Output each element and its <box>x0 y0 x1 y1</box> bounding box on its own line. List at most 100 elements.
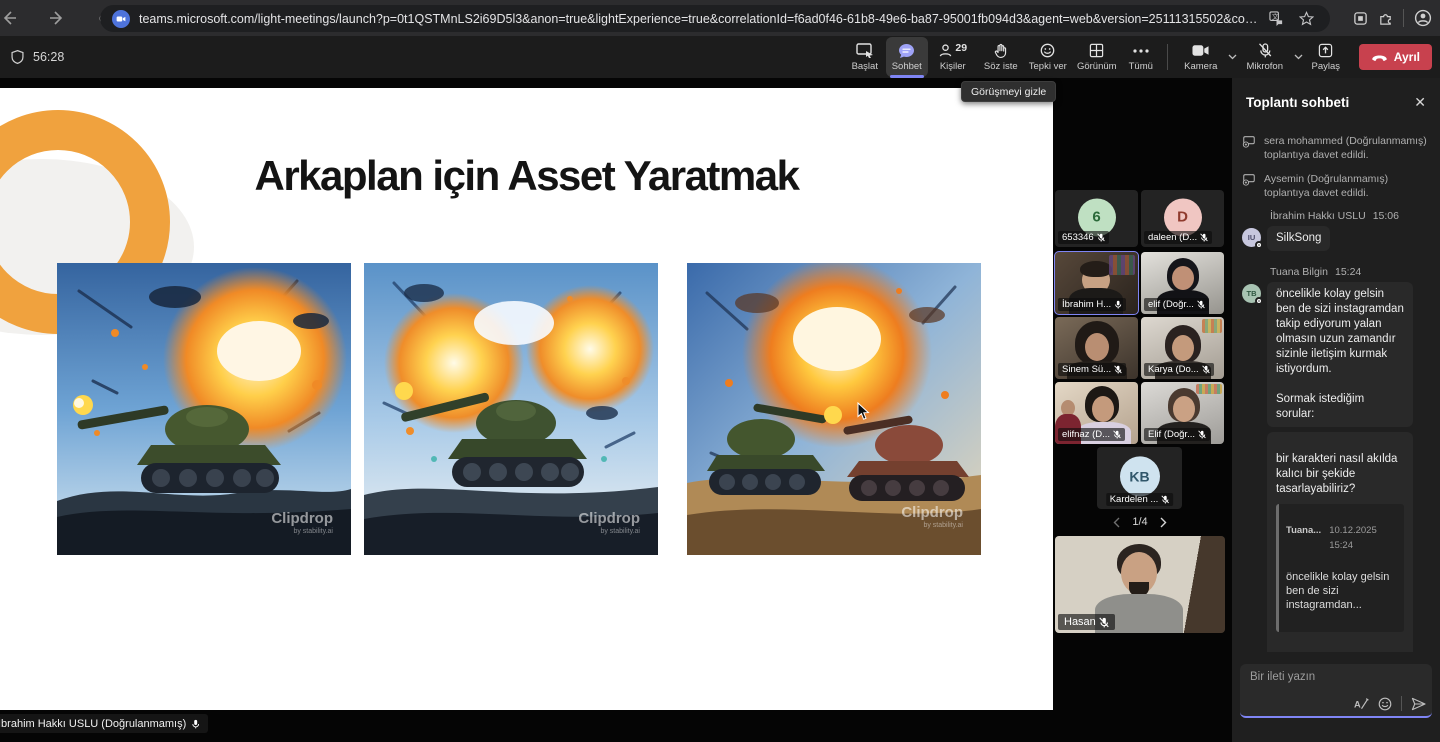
mouse-cursor <box>857 402 870 421</box>
message-input[interactable] <box>1250 671 1420 683</box>
participant-tile[interactable]: İbrahim H... <box>1055 252 1138 314</box>
browser-toolbar: teams.microsoft.com/light-meetings/launc… <box>0 0 1440 36</box>
more-button[interactable]: Tümü <box>1122 37 1160 77</box>
forward-icon[interactable] <box>40 4 74 32</box>
participant-tile[interactable]: D daleen (D... <box>1141 190 1224 247</box>
raise-hand-icon <box>993 42 1008 59</box>
close-icon[interactable]: ✕ <box>1414 94 1426 111</box>
presence-dot <box>1255 241 1263 249</box>
svg-text:Clipdrop: Clipdrop <box>578 510 640 527</box>
camera-chevron-icon[interactable] <box>1228 54 1237 60</box>
slide-image-1: Clipdrop by stability.ai <box>57 263 351 555</box>
address-bar[interactable]: teams.microsoft.com/light-meetings/launc… <box>100 5 1330 32</box>
svg-text:A: A <box>1354 699 1361 709</box>
leave-button[interactable]: Ayrıl <box>1359 44 1432 70</box>
svg-text:by stability.ai: by stability.ai <box>600 528 640 535</box>
participant-tile[interactable]: Sinem Sü... <box>1055 317 1138 379</box>
chat-messages[interactable]: sera mohammed (Doğrulanmamış) toplantıya… <box>1232 122 1440 652</box>
teams-favicon-icon <box>112 10 130 28</box>
chat-button[interactable]: Sohbet <box>886 37 928 77</box>
participant-tile[interactable]: Elif (Doğr... <box>1141 382 1224 444</box>
grid-view-icon <box>1089 42 1104 59</box>
mic-muted-icon <box>1161 495 1169 504</box>
tooltip-hide-meeting: Görüşmeyi gizle <box>961 81 1056 102</box>
invite-icon <box>1242 135 1256 162</box>
spotlight-tile[interactable]: Hasan <box>1055 536 1225 633</box>
mic-on-icon <box>191 718 200 730</box>
slide-image-3: Clipdrop by stability.ai <box>687 263 981 555</box>
react-button[interactable]: Tepki ver <box>1024 37 1072 77</box>
mic-muted-icon <box>1200 233 1208 242</box>
svg-text:Clipdrop: Clipdrop <box>271 510 333 527</box>
share-button[interactable]: Paylaş <box>1303 37 1349 77</box>
svg-text:by stability.ai: by stability.ai <box>293 528 333 535</box>
avatar: IU <box>1242 228 1261 247</box>
mic-muted-icon <box>1114 365 1122 374</box>
meeting-chat-panel: Toplantı sohbeti ✕ sera mohammed (Doğrul… <box>1232 78 1440 742</box>
translate-icon[interactable]: 文 <box>1264 7 1288 31</box>
chat-message-with-quote: bir karakteri nasıl akılda kalıcı bir şe… <box>1267 432 1413 652</box>
chat-title: Toplantı sohbeti <box>1246 95 1414 110</box>
divider <box>1403 9 1404 27</box>
mic-muted-icon <box>1198 430 1206 439</box>
system-event: Aysemin (Doğrulanmamış) toplantıya davet… <box>1242 172 1430 200</box>
emoji-icon[interactable] <box>1378 697 1392 711</box>
profile-icon[interactable] <box>1414 9 1432 27</box>
mic-muted-icon <box>1202 365 1210 374</box>
send-icon[interactable] <box>1411 697 1426 711</box>
bookmark-star-icon[interactable] <box>1294 7 1318 31</box>
meeting-timer: 56:28 <box>10 49 64 65</box>
people-icon: 29 <box>938 42 967 59</box>
raise-hand-button[interactable]: Söz iste <box>978 37 1024 77</box>
svg-text:by stability.ai: by stability.ai <box>923 522 963 529</box>
mic-chevron-icon[interactable] <box>1294 54 1303 60</box>
camera-icon <box>1192 42 1209 59</box>
url-text[interactable]: teams.microsoft.com/light-meetings/launc… <box>139 12 1258 26</box>
slide-title: Arkaplan için Asset Yaratmak <box>0 152 1053 200</box>
extensions-puzzle-icon[interactable] <box>1378 11 1393 26</box>
message-group: IU SilkSong <box>1240 226 1432 256</box>
toolbar-buttons: Başlat Sohbet 29 Kişiler Söz <box>844 36 1432 78</box>
mic-muted-icon <box>1113 430 1121 439</box>
participant-tile[interactable]: elifnaz (D... <box>1055 382 1138 444</box>
mic-muted-icon <box>1258 42 1272 59</box>
shield-icon <box>10 49 25 65</box>
camera-button[interactable]: Kamera <box>1175 37 1227 77</box>
ellipsis-icon <box>1133 42 1149 59</box>
mic-button[interactable]: Mikrofon <box>1237 37 1293 77</box>
people-button[interactable]: 29 Kişiler <box>928 37 978 77</box>
page-indicator: 1/4 <box>1132 516 1147 528</box>
browser-actions <box>1353 0 1432 36</box>
people-count: 29 <box>955 42 967 54</box>
chat-message: öncelikle kolay gelsin ben de sizi insta… <box>1267 282 1413 427</box>
teams-meeting-screen: teams.microsoft.com/light-meetings/launc… <box>0 0 1440 742</box>
screenshare-icon <box>856 42 874 59</box>
presenter-label: İbrahim Hakkı USLU (Doğrulanmamış) <box>0 714 208 733</box>
shared-screen-slide: Arkaplan için Asset Yaratmak <box>0 88 1053 710</box>
participant-tile[interactable]: 6 653346 <box>1055 190 1138 247</box>
share-start-button[interactable]: Başlat <box>844 37 886 77</box>
slide-image-2: Clipdrop by stability.ai <box>364 263 658 555</box>
invite-icon <box>1242 173 1256 200</box>
avatar: TB <box>1242 284 1261 303</box>
participant-tile[interactable]: Karya (Do... <box>1141 317 1224 379</box>
chat-message: SilkSong <box>1267 226 1330 251</box>
page-next-icon[interactable] <box>1160 517 1167 528</box>
participant-tile[interactable]: KB Kardelen ... <box>1097 447 1182 509</box>
quoted-message: Tuana... 10.12.2025 15:24 öncelikle kola… <box>1276 504 1404 632</box>
back-icon[interactable] <box>0 4 26 32</box>
participant-tile[interactable]: elif (Doğr... <box>1141 252 1224 314</box>
hangup-icon <box>1371 53 1388 61</box>
svg-text:文: 文 <box>1271 12 1278 21</box>
toolbar-divider <box>1167 44 1168 70</box>
presence-dot <box>1255 297 1263 305</box>
message-author-line: İbrahim Hakkı USLU15:06 <box>1270 210 1432 222</box>
format-icon[interactable]: A <box>1354 697 1369 711</box>
mic-muted-icon <box>1099 617 1109 628</box>
extension-icon[interactable] <box>1353 11 1368 26</box>
divider <box>1401 696 1402 711</box>
view-button[interactable]: Görünüm <box>1072 37 1122 77</box>
page-prev-icon[interactable] <box>1113 517 1120 528</box>
message-group: TB öncelikle kolay gelsin ben de sizi in… <box>1240 282 1432 652</box>
active-tab-underline <box>890 75 924 78</box>
